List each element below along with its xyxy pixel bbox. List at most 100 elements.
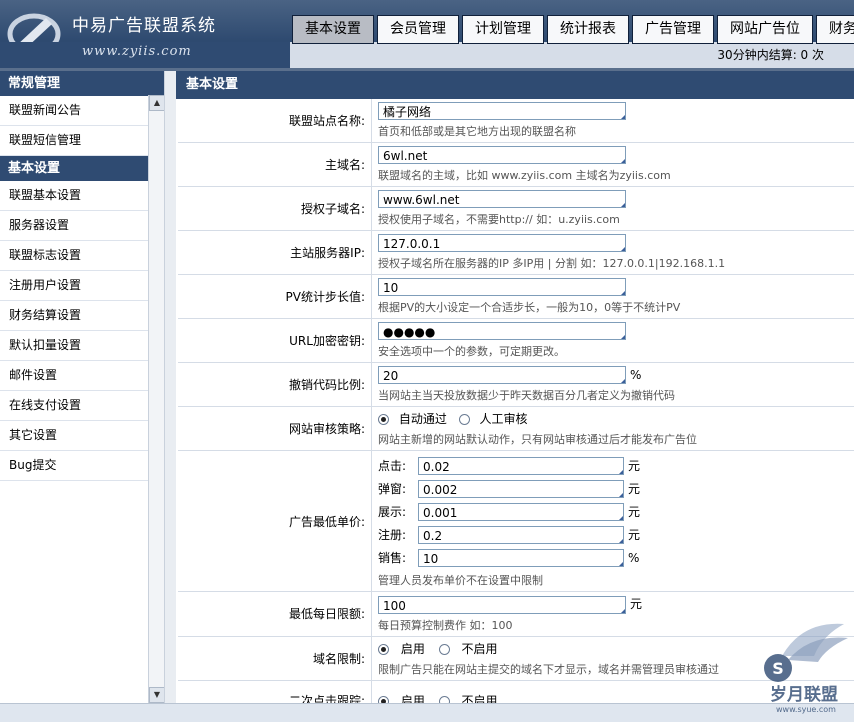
sidebar-item-register[interactable]: 注册用户设置 — [0, 271, 148, 301]
pv-step-label: PV统计步长值: — [178, 275, 372, 318]
logo-url: www.zyiis.com — [82, 44, 192, 59]
sidebar-item-deduction[interactable]: 默认扣量设置 — [0, 331, 148, 361]
tab-statistics[interactable]: 统计报表 — [547, 15, 629, 44]
site-name-label: 联盟站点名称: — [178, 99, 372, 142]
domain-hint: 联盟域名的主域，比如 www.zyiis.com 主域名为zyiis.com — [378, 169, 671, 182]
revoke-ratio-unit: % — [630, 367, 642, 382]
price-click-input[interactable]: 0.02 — [418, 456, 624, 475]
price-register-unit: 元 — [628, 528, 641, 542]
audit-auto-label: 自动通过 — [398, 412, 447, 426]
form-row-min-price: 广告最低单价: 点击: 0.02 元 弹窗: 0.002 元 展示: 0.001 元 … — [178, 451, 854, 592]
sidebar-item-logo[interactable]: 联盟标志设置 — [0, 241, 148, 271]
sidebar-section-general[interactable]: 常规管理 — [0, 71, 148, 96]
audit-label: 网站审核策略: — [178, 407, 372, 450]
price-row-popup: 弹窗: 0.002 元 — [378, 477, 854, 500]
domain-limit-on-radio[interactable] — [378, 643, 389, 655]
price-click-unit: 元 — [628, 459, 641, 473]
audit-manual-radio[interactable] — [458, 414, 470, 425]
main-panel: 基本设置 联盟站点名称: 橘子网络 首页和低部或是其它地方出现的联盟名称 主域名… — [176, 71, 854, 703]
domain-limit-off-label: 不启用 — [461, 641, 498, 656]
sidebar-item-payment[interactable]: 在线支付设置 — [0, 391, 148, 421]
price-register-label: 注册: — [378, 528, 407, 542]
audit-auto-radio[interactable] — [378, 414, 389, 425]
sidebar-item-basic[interactable]: 联盟基本设置 — [0, 181, 148, 211]
price-click-label: 点击: — [378, 459, 407, 473]
server-ip-input[interactable]: 127.0.0.1 — [378, 234, 626, 252]
sidebar-item-other[interactable]: 其它设置 — [0, 421, 148, 451]
site-name-input[interactable]: 橘子网络 — [378, 102, 626, 120]
watermark-logo-icon: S 岁月联盟 www.syue.com — [764, 623, 848, 714]
pv-step-input[interactable]: 10 — [378, 278, 626, 296]
site-name-hint: 首页和低部或是其它地方出现的联盟名称 — [378, 125, 576, 138]
tab-plan-management[interactable]: 计划管理 — [462, 15, 544, 44]
sub-domain-input[interactable]: www.6wl.net — [378, 190, 626, 208]
svg-text:岁月联盟: 岁月联盟 — [770, 684, 838, 705]
url-key-input[interactable]: ●●●●● — [378, 322, 626, 340]
scroll-up-icon[interactable]: ▲ — [149, 95, 165, 111]
bottom-bar — [0, 703, 854, 722]
price-row-sale: 销售: 10% — [378, 546, 854, 569]
tab-site-ad-slots[interactable]: 网站广告位 — [717, 15, 813, 44]
price-impression-label: 展示: — [378, 505, 407, 519]
second-click-label: 二次点击跟踪: — [178, 680, 372, 703]
url-key-hint: 安全选项中一个的参数，可定期更改。 — [378, 345, 565, 358]
svg-text:S: S — [772, 659, 784, 678]
second-click-off-label: 不启用 — [461, 693, 498, 704]
revoke-ratio-hint: 当网站主当天投放数据少于昨天数据百分几者定义为撤销代码 — [378, 389, 675, 402]
tab-member-management[interactable]: 会员管理 — [377, 15, 459, 44]
domain-input[interactable]: 6wl.net — [378, 146, 626, 164]
sidebar-section-basic[interactable]: 基本设置 — [0, 156, 148, 181]
domain-limit-off-radio[interactable] — [438, 643, 450, 655]
settlement-status: 30分钟内结算: 0 次 — [717, 48, 824, 62]
domain-limit-label: 域名限制: — [178, 636, 372, 680]
tab-ad-management[interactable]: 广告管理 — [632, 15, 714, 44]
sidebar-item-settlement[interactable]: 财务结算设置 — [0, 301, 148, 331]
svg-text:www.syue.com: www.syue.com — [776, 705, 836, 714]
price-register-input[interactable]: 0.2 — [418, 525, 624, 544]
top-tabs: 基本设置 会员管理 计划管理 统计报表 广告管理 网站广告位 财务 — [292, 15, 854, 44]
sidebar-item-bug[interactable]: Bug提交 — [0, 451, 148, 481]
min-price-label: 广告最低单价: — [178, 451, 372, 591]
form-row-sub-domain: 授权子域名: www.6wl.net 授权使用子域名，不需要http:// 如：… — [178, 187, 854, 231]
sidebar-item-mail[interactable]: 邮件设置 — [0, 361, 148, 391]
price-row-impression: 展示: 0.001 元 — [378, 500, 854, 523]
daily-limit-label: 最低每日限额: — [178, 592, 372, 636]
pv-step-hint: 根据PV的大小设定一个合适步长，一般为10，0等于不统计PV — [378, 301, 681, 314]
domain-label: 主域名: — [178, 143, 372, 186]
settings-form: 联盟站点名称: 橘子网络 首页和低部或是其它地方出现的联盟名称 主域名: 6wl… — [178, 99, 854, 703]
price-impression-input[interactable]: 0.001 — [418, 502, 624, 521]
second-click-on-label: 启用 — [400, 693, 425, 704]
sidebar-item-sms[interactable]: 联盟短信管理 — [0, 126, 148, 156]
sidebar-top-gap — [148, 71, 164, 95]
scroll-down-icon[interactable]: ▼ — [149, 687, 165, 703]
sidebar-item-news[interactable]: 联盟新闻公告 — [0, 96, 148, 126]
domain-limit-on-label: 启用 — [400, 641, 425, 656]
second-click-off-radio[interactable] — [438, 695, 450, 703]
form-row-revoke-ratio: 撤销代码比例: 20% 当网站主当天投放数据少于昨天数据百分几者定义为撤销代码 — [178, 363, 854, 407]
tab-finance[interactable]: 财务 — [816, 15, 854, 44]
audit-hint: 网站主新增的网站默认动作，只有网站审核通过后才能发布广告位 — [378, 433, 697, 446]
price-sale-label: 销售: — [378, 551, 407, 565]
server-ip-hint: 授权子域名所在服务器的IP 多IP用 | 分割 如：127.0.0.1|192.… — [378, 257, 726, 270]
revoke-ratio-input[interactable]: 20 — [378, 366, 626, 384]
page-title: 基本设置 — [176, 71, 854, 99]
price-row-register: 注册: 0.2 元 — [378, 523, 854, 546]
price-impression-unit: 元 — [628, 505, 641, 519]
sidebar-scrollbar[interactable]: ▲ ▼ — [148, 95, 165, 703]
price-popup-label: 弹窗: — [378, 482, 407, 496]
price-sale-unit: % — [628, 550, 640, 565]
logo-title: 中易广告联盟系统 — [72, 16, 216, 36]
daily-limit-input[interactable]: 100 — [378, 595, 626, 614]
tab-basic-settings[interactable]: 基本设置 — [292, 15, 374, 44]
price-popup-input[interactable]: 0.002 — [418, 479, 624, 498]
second-click-on-radio[interactable] — [378, 695, 389, 703]
price-sale-input[interactable]: 10 — [418, 548, 624, 567]
server-ip-label: 主站服务器IP: — [178, 231, 372, 274]
sidebar-item-server[interactable]: 服务器设置 — [0, 211, 148, 241]
form-row-audit: 网站审核策略: 自动通过 人工审核 网站主新增的网站默认动作，只有网站审核通过后… — [178, 407, 854, 451]
sidebar: 常规管理 联盟新闻公告 联盟短信管理 基本设置 联盟基本设置 服务器设置 联盟标… — [0, 71, 148, 703]
header: 中易广告联盟系统 www.zyiis.com 基本设置 会员管理 计划管理 统计… — [0, 0, 854, 68]
audit-manual-label: 人工审核 — [479, 412, 528, 426]
daily-limit-unit: 元 — [630, 597, 643, 611]
min-price-hint: 管理人员发布单价不在设置中限制 — [378, 574, 543, 587]
